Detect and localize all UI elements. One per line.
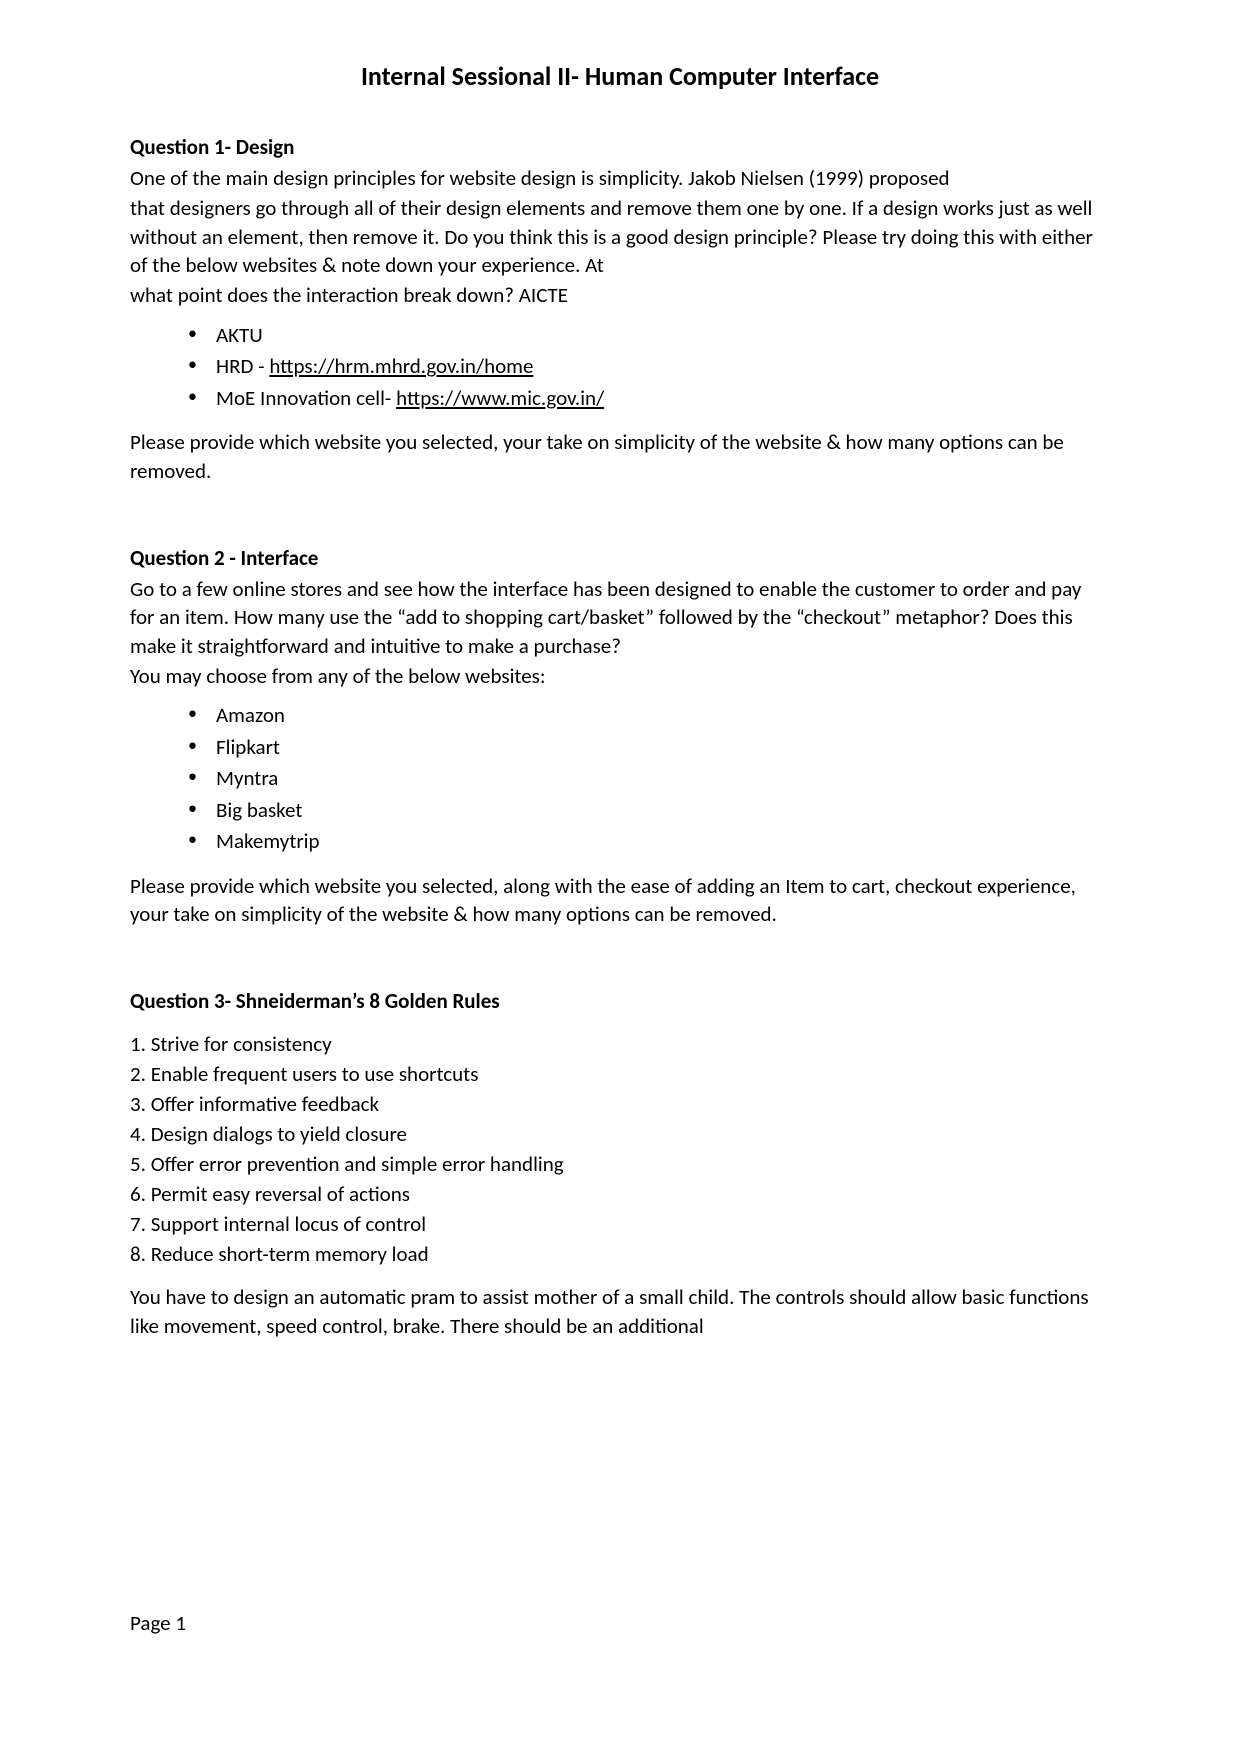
rule-6: 6. Permit easy reversal of actions [130,1180,1110,1209]
q1-bullet-aktu: AKTU [188,320,1110,352]
q2-bullet-bigbasket: Big basket [188,795,1110,827]
q3-closing: You have to design an automatic pram to … [130,1283,1110,1340]
rule-3: 3. Offer informative feedback [130,1090,1110,1119]
q2-bullet-amazon: Amazon [188,700,1110,732]
q2-paragraph-2: You may choose from any of the below web… [130,662,1110,690]
q2-bullet-myntra: Myntra [188,763,1110,795]
q2-closing: Please provide which website you selecte… [130,872,1110,929]
q1-bullet-moe: MoE Innovation cell- https://www.mic.gov… [188,383,1110,415]
hrd-link[interactable]: https://hrm.mhrd.gov.in/home [269,353,533,379]
q1-bullet-list: AKTU HRD - https://hrm.mhrd.gov.in/home … [130,320,1110,415]
question-2: Question 2 - Interface Go to a few onlin… [130,545,1110,929]
rule-2: 2. Enable frequent users to use shortcut… [130,1060,1110,1089]
rule-7: 7. Support internal locus of control [130,1210,1110,1239]
question-1: Question 1- Design One of the main desig… [130,134,1110,485]
question-3: Question 3- Shneiderman’s 8 Golden Rules… [130,988,1110,1339]
q2-bullet-flipkart: Flipkart [188,732,1110,764]
rule-4: 4. Design dialogs to yield closure [130,1120,1110,1149]
q3-heading: Question 3- Shneiderman’s 8 Golden Rules [130,988,1110,1014]
page-footer: Page 1 [130,1610,186,1636]
document-title: Internal Sessional II- Human Computer In… [130,60,1110,92]
rule-5: 5. Offer error prevention and simple err… [130,1150,1110,1179]
rule-1: 1. Strive for consistency [130,1030,1110,1059]
bullet-prefix: HRD - [216,353,269,379]
bullet-prefix: MoE Innovation cell- [216,385,396,411]
rule-8: 8. Reduce short-term memory load [130,1240,1110,1269]
q2-bullet-makemytrip: Makemytrip [188,826,1110,858]
q1-paragraph-3: what point does the interaction break do… [130,281,1110,309]
q1-heading: Question 1- Design [130,134,1110,160]
bullet-text: AKTU [216,322,263,348]
q1-paragraph-2: that designers go through all of their d… [130,194,1110,279]
q2-heading: Question 2 - Interface [130,545,1110,571]
q3-rules-list: 1. Strive for consistency 2. Enable freq… [130,1030,1110,1269]
q2-bullet-list: Amazon Flipkart Myntra Big basket Makemy… [130,700,1110,858]
q1-closing: Please provide which website you selecte… [130,428,1110,485]
q1-bullet-hrd: HRD - https://hrm.mhrd.gov.in/home [188,351,1110,383]
q2-paragraph-1: Go to a few online stores and see how th… [130,575,1110,660]
q1-paragraph-1: One of the main design principles for we… [130,164,1110,192]
moe-link[interactable]: https://www.mic.gov.in/ [396,385,604,411]
